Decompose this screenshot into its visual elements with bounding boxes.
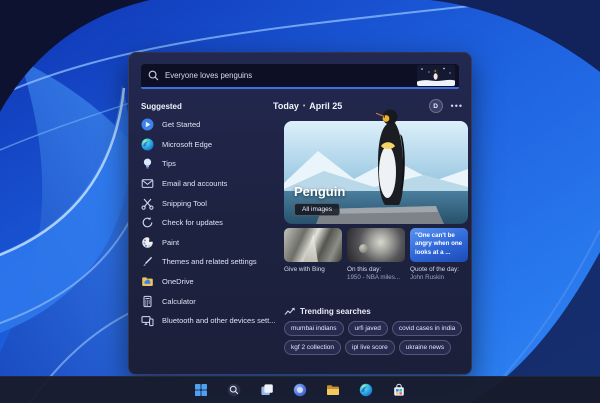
suggested-item-paint[interactable]: Paint — [141, 233, 279, 253]
search-icon — [148, 70, 159, 81]
search-taskbar-button[interactable] — [224, 380, 244, 400]
suggested-item-tips[interactable]: Tips — [141, 154, 279, 174]
suggested-item-themes[interactable]: Themes and related settings — [141, 252, 279, 272]
trending-pill[interactable]: mumbai indians — [284, 321, 344, 336]
edge-taskbar-button[interactable] — [356, 380, 376, 400]
suggested-item-email[interactable]: Email and accounts — [141, 174, 279, 194]
date-value: April 25 — [309, 101, 343, 111]
widgets-button[interactable] — [290, 380, 310, 400]
trending-pill[interactable]: ukraine news — [398, 340, 452, 355]
suggested-item-label: Check for updates — [162, 218, 223, 228]
give-with-bing-photo — [284, 228, 342, 262]
taskbar — [0, 376, 600, 403]
date-separator: • — [302, 102, 306, 110]
more-options-button[interactable]: ••• — [451, 102, 463, 111]
suggested-item-label: Themes and related settings — [162, 257, 257, 267]
search-flyout: Suggested Today • April 25 D ••• Get Sta… — [128, 52, 472, 375]
suggested-item-edge[interactable]: Microsoft Edge — [141, 135, 279, 155]
search-input[interactable] — [165, 71, 411, 80]
suggested-item-label: Microsoft Edge — [162, 139, 213, 149]
card-on-this-day[interactable]: On this day: 1950 - NBA miles... — [347, 228, 405, 282]
store-button[interactable] — [389, 380, 409, 400]
snipping-tool-icon — [141, 197, 154, 210]
suggested-item-label: Tips — [162, 159, 176, 169]
suggested-item-get-started[interactable]: Get Started — [141, 115, 279, 135]
trending-pills: mumbai indians urfi javed covid cases in… — [284, 321, 470, 355]
trending-pill[interactable]: covid cases in india — [391, 321, 463, 336]
calculator-icon — [141, 295, 154, 308]
trending-icon — [284, 307, 295, 316]
suggested-item-label: Bluetooth and other devices sett... — [162, 316, 276, 326]
profile-avatar[interactable]: D — [428, 99, 443, 113]
card-subcaption: John Ruskin — [410, 274, 445, 281]
penguin-illustration — [417, 65, 455, 86]
suggested-item-label: Get Started — [162, 120, 201, 130]
email-icon — [141, 177, 154, 190]
trending-title: Trending searches — [300, 306, 371, 316]
suggested-item-label: Calculator — [162, 296, 196, 306]
card-give-with-bing[interactable]: Give with Bing — [284, 228, 342, 282]
task-view-button[interactable] — [257, 380, 277, 400]
get-started-icon — [141, 118, 154, 131]
trending-pill[interactable]: kgf 2 collection — [284, 340, 341, 355]
suggested-item-snipping-tool[interactable]: Snipping Tool — [141, 193, 279, 213]
card-subcaption: 1950 - NBA miles... — [347, 274, 400, 281]
on-this-day-photo — [347, 228, 405, 262]
themes-icon — [141, 255, 154, 268]
date-label: Today — [273, 101, 299, 111]
onedrive-icon — [141, 275, 154, 288]
updates-icon — [141, 216, 154, 229]
hero-card-penguin[interactable]: Penguin All images — [284, 109, 468, 224]
today-cards-row: Give with Bing On this day: 1950 - NBA m… — [284, 228, 468, 282]
card-caption: On this day: — [347, 266, 382, 273]
quote-card: "One can't be angry when one looks at a … — [410, 228, 468, 262]
suggested-item-label: OneDrive — [162, 277, 194, 287]
quote-text: "One can't be angry when one looks at a … — [415, 232, 463, 256]
tips-icon — [141, 157, 154, 170]
card-caption: Give with Bing — [284, 266, 325, 273]
search-bar[interactable] — [141, 64, 459, 89]
paint-icon — [141, 236, 154, 249]
bluetooth-devices-icon — [141, 314, 154, 327]
card-quote-of-the-day[interactable]: "One can't be angry when one looks at a … — [410, 228, 468, 282]
trending-section: Trending searches mumbai indians urfi ja… — [284, 305, 470, 355]
suggested-item-label: Paint — [162, 237, 180, 247]
suggested-list: Get Started Microsoft Edge Tips Email an… — [141, 115, 279, 331]
suggested-item-label: Email and accounts — [162, 179, 228, 189]
suggested-heading: Suggested — [141, 101, 182, 111]
suggested-item-onedrive[interactable]: OneDrive — [141, 272, 279, 292]
suggested-item-calculator[interactable]: Calculator — [141, 291, 279, 311]
date-heading[interactable]: Today • April 25 — [273, 101, 342, 111]
file-explorer-button[interactable] — [323, 380, 343, 400]
penguin-figure — [375, 109, 405, 205]
hero-title: Penguin — [294, 184, 346, 199]
trending-pill[interactable]: ipl live score — [345, 340, 395, 355]
card-caption: Quote of the day: — [410, 266, 460, 273]
all-images-badge[interactable]: All images — [294, 203, 340, 216]
suggested-item-bluetooth-devices[interactable]: Bluetooth and other devices sett... — [141, 311, 279, 331]
desktop: Suggested Today • April 25 D ••• Get Sta… — [0, 0, 600, 403]
suggested-item-check-updates[interactable]: Check for updates — [141, 213, 279, 233]
edge-icon — [141, 138, 154, 151]
suggested-item-label: Snipping Tool — [162, 198, 207, 208]
trending-pill[interactable]: urfi javed — [347, 321, 388, 336]
start-button[interactable] — [191, 380, 211, 400]
